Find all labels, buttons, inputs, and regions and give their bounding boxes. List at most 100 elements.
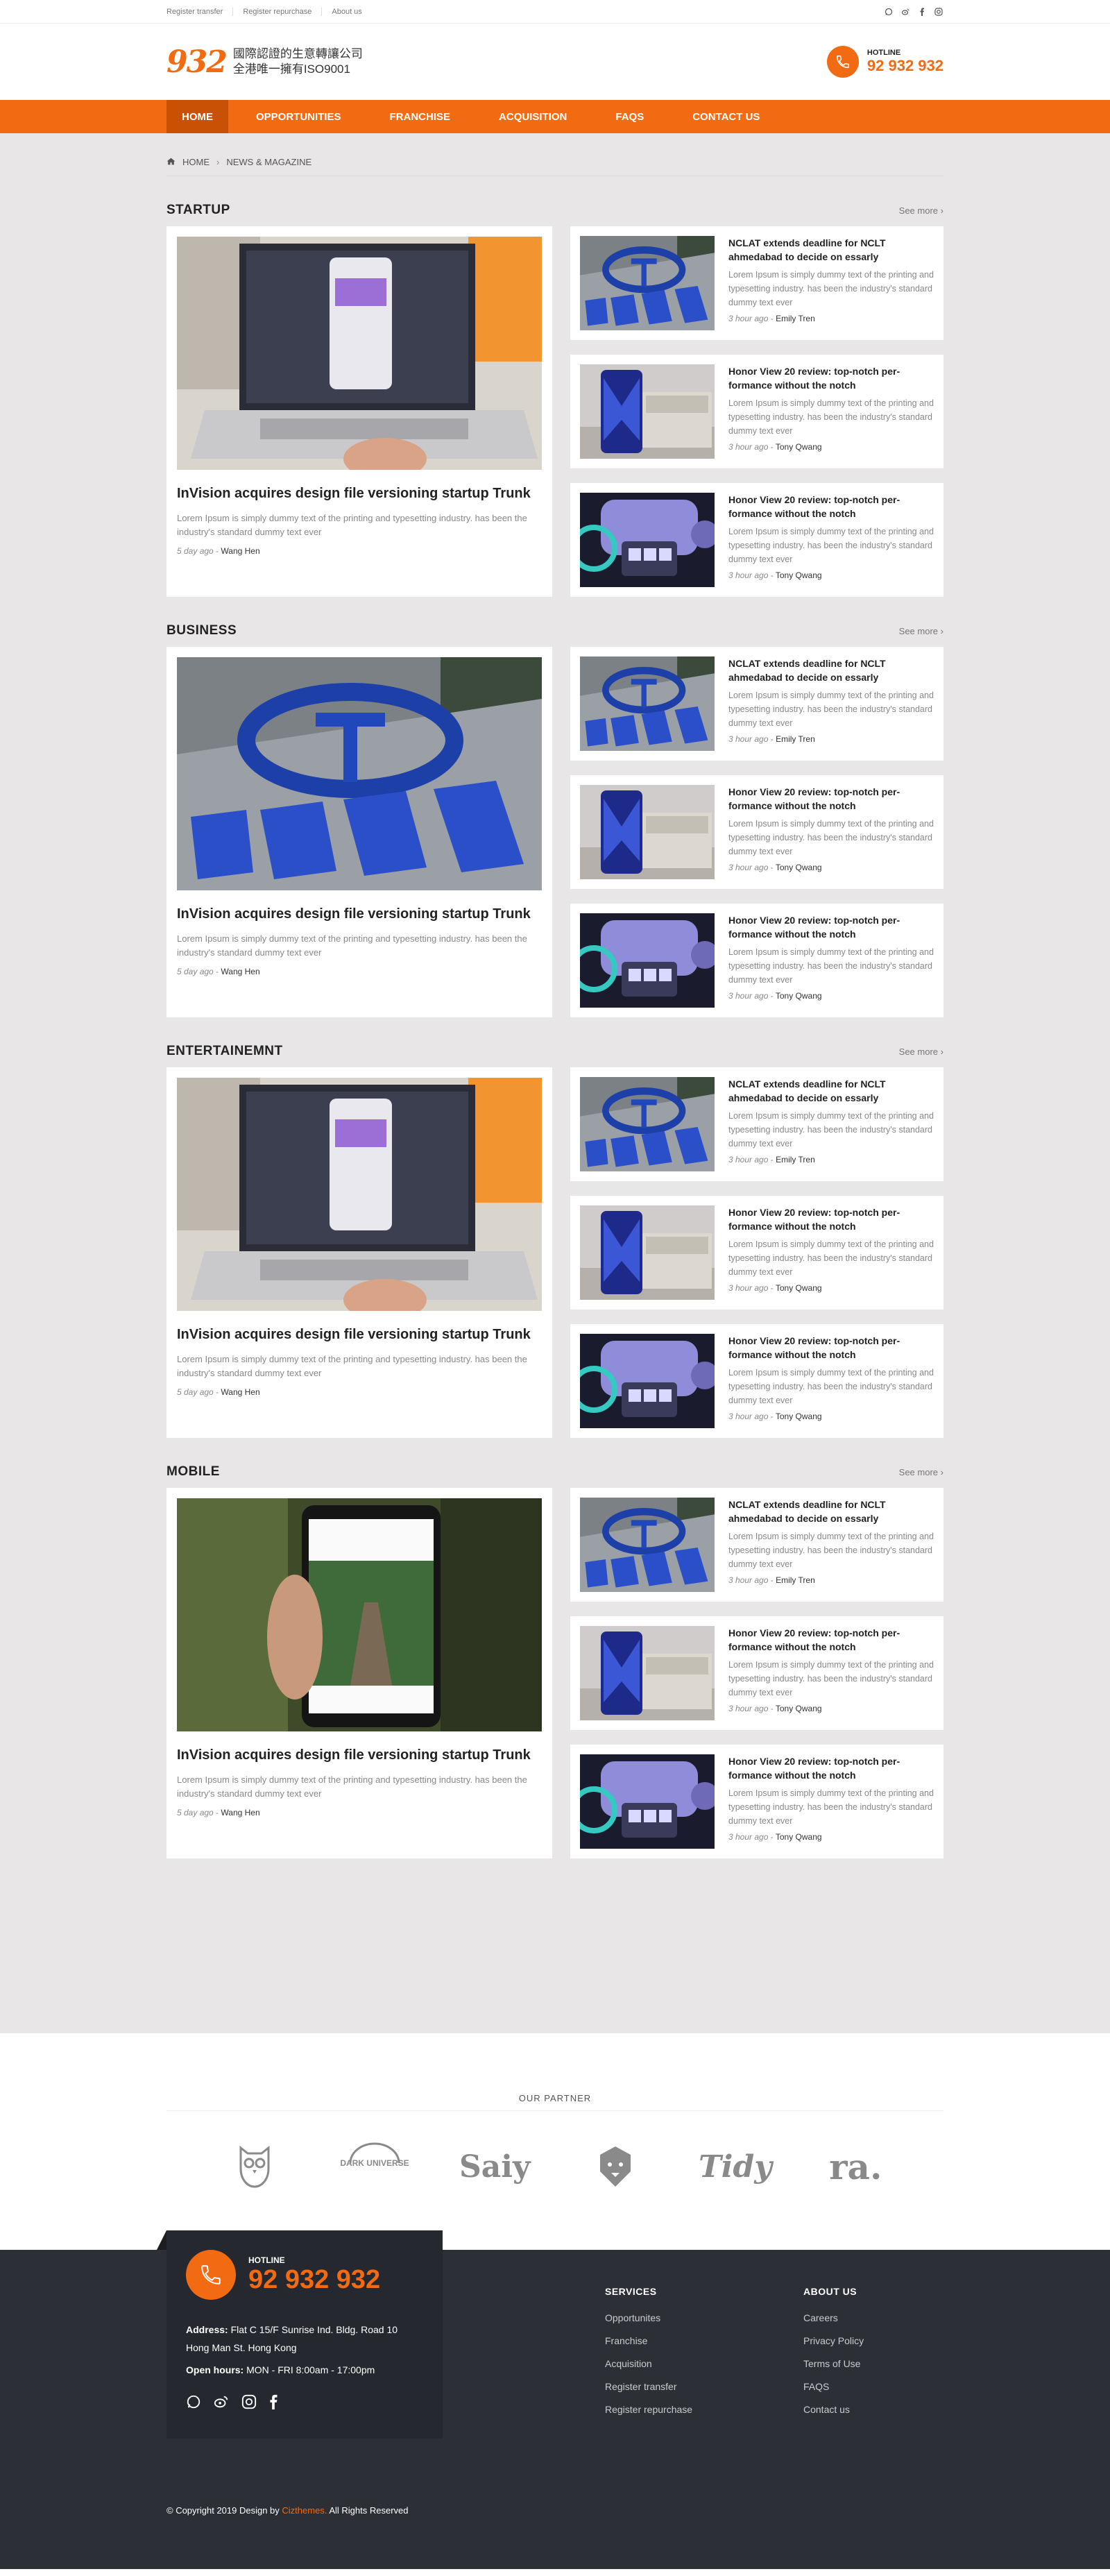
nav-acquisition[interactable]: ACQUISITION [484,100,582,133]
instagram-icon[interactable] [241,2394,257,2414]
side-news-title[interactable]: Honor View 20 review: top-notch per-form… [728,364,934,392]
side-news-title[interactable]: Honor View 20 review: top-notch per-form… [728,1205,934,1233]
news-thumbnail[interactable] [580,236,715,330]
news-thumbnail[interactable] [580,364,715,459]
featured-title[interactable]: InVision acquires design file versioning… [177,1325,542,1344]
featured-image[interactable] [177,1498,542,1731]
side-news-title[interactable]: NCLAT extends deadline for NCLT ahmedaba… [728,656,934,684]
news-thumbnail[interactable] [580,1077,715,1171]
footer-link-acquisition[interactable]: Acquisition [605,2358,692,2369]
side-news-item[interactable]: Honor View 20 review: top-notch per-form… [570,1616,944,1730]
news-author[interactable]: Tony Qwang [776,570,822,580]
side-news-title[interactable]: Honor View 20 review: top-notch per-form… [728,913,934,941]
side-news-item[interactable]: NCLAT extends deadline for NCLT ahmedaba… [570,1488,944,1602]
featured-news[interactable]: InVision acquires design file versioning… [166,1067,552,1438]
side-news-item[interactable]: Honor View 20 review: top-notch per-form… [570,1196,944,1310]
see-more-link[interactable]: See more › [899,1467,944,1477]
featured-title[interactable]: InVision acquires design file versioning… [177,484,542,503]
news-thumbnail[interactable] [580,1754,715,1849]
footer-link-register-repurchase[interactable]: Register repurchase [605,2404,692,2415]
see-more-link[interactable]: See more › [899,1046,944,1057]
news-thumbnail[interactable] [580,493,715,587]
footer-link-careers[interactable]: Careers [803,2312,864,2323]
footer-link-faqs[interactable]: FAQS [803,2381,864,2392]
featured-news[interactable]: InVision acquires design file versioning… [166,647,552,1017]
home-icon[interactable] [166,157,176,167]
whatsapp-icon[interactable] [186,2394,201,2414]
news-author[interactable]: Tony Qwang [776,1704,822,1713]
header-hotline[interactable]: HOTLINE 92 932 932 [826,46,944,78]
breadcrumb-home[interactable]: HOME [182,157,210,167]
side-news-item[interactable]: Honor View 20 review: top-notch per-form… [570,483,944,597]
partner-lion-logo[interactable] [574,2142,657,2191]
side-news-item[interactable]: Honor View 20 review: top-notch per-form… [570,775,944,889]
nav-franchise[interactable]: FRANCHISE [375,100,466,133]
news-thumbnail[interactable] [580,913,715,1008]
news-author[interactable]: Tony Qwang [776,1412,822,1421]
side-news-item[interactable]: Honor View 20 review: top-notch per-form… [570,904,944,1017]
instagram-icon[interactable] [934,7,944,17]
featured-image[interactable] [177,657,542,890]
news-thumbnail[interactable] [580,785,715,879]
footer-link-contact-us[interactable]: Contact us [803,2404,864,2415]
footer-link-terms-of-use[interactable]: Terms of Use [803,2358,864,2369]
news-thumbnail[interactable] [580,1498,715,1592]
news-thumbnail[interactable] [580,1205,715,1300]
news-author[interactable]: Wang Hen [221,1387,259,1397]
copyright-brand-link[interactable]: Cizthemes. [282,2505,327,2516]
side-news-title[interactable]: NCLAT extends deadline for NCLT ahmedaba… [728,236,934,264]
facebook-icon[interactable] [917,7,927,17]
side-news-title[interactable]: Honor View 20 review: top-notch per-form… [728,1626,934,1654]
news-thumbnail[interactable] [580,656,715,751]
weibo-icon[interactable] [900,7,910,17]
news-author[interactable]: Emily Tren [776,734,815,744]
site-logo[interactable]: 932 國際認證的生意轉讓公司 全港唯一擁有ISO9001 [166,44,363,80]
news-author[interactable]: Wang Hen [221,1808,259,1817]
partner-saiy[interactable]: Saiy [453,2149,536,2185]
footer-link-franchise[interactable]: Franchise [605,2335,692,2346]
partner-dark-universe[interactable]: DARK UNIVERSE [333,2142,416,2191]
news-author[interactable]: Tony Qwang [776,1832,822,1842]
nav-home[interactable]: HOME [166,100,228,133]
nav-faqs[interactable]: FAQS [600,100,659,133]
side-news-item[interactable]: NCLAT extends deadline for NCLT ahmedaba… [570,226,944,340]
side-news-title[interactable]: Honor View 20 review: top-notch per-form… [728,493,934,520]
news-author[interactable]: Tony Qwang [776,991,822,1001]
featured-image[interactable] [177,1078,542,1311]
featured-title[interactable]: InVision acquires design file versioning… [177,904,542,924]
side-news-title[interactable]: NCLAT extends deadline for NCLT ahmedaba… [728,1498,934,1525]
news-author[interactable]: Wang Hen [221,546,259,556]
side-news-item[interactable]: NCLAT extends deadline for NCLT ahmedaba… [570,647,944,761]
featured-news[interactable]: InVision acquires design file versioning… [166,226,552,597]
top-link-about-us[interactable]: About us [321,8,371,16]
side-news-item[interactable]: Honor View 20 review: top-notch per-form… [570,355,944,468]
featured-image[interactable] [177,237,542,470]
side-news-item[interactable]: Honor View 20 review: top-notch per-form… [570,1745,944,1858]
see-more-link[interactable]: See more › [899,205,944,216]
facebook-icon[interactable] [269,2394,278,2414]
side-news-title[interactable]: Honor View 20 review: top-notch per-form… [728,1754,934,1782]
partner-ra[interactable]: ra. [814,2146,897,2187]
featured-title[interactable]: InVision acquires design file versioning… [177,1745,542,1765]
featured-news[interactable]: InVision acquires design file versioning… [166,1488,552,1858]
side-news-item[interactable]: NCLAT extends deadline for NCLT ahmedaba… [570,1067,944,1181]
partner-owl-logo[interactable] [213,2142,296,2191]
see-more-link[interactable]: See more › [899,626,944,636]
nav-opportunities[interactable]: OPPORTUNITIES [241,100,357,133]
news-author[interactable]: Tony Qwang [776,863,822,872]
whatsapp-icon[interactable] [884,7,894,17]
side-news-title[interactable]: Honor View 20 review: top-notch per-form… [728,1334,934,1362]
top-link-register-repurchase[interactable]: Register repurchase [232,8,321,16]
nav-contact-us[interactable]: CONTACT US [677,100,775,133]
side-news-item[interactable]: Honor View 20 review: top-notch per-form… [570,1324,944,1438]
footer-link-register-transfer[interactable]: Register transfer [605,2381,692,2392]
weibo-icon[interactable] [214,2394,229,2414]
top-link-register-transfer[interactable]: Register transfer [166,8,232,16]
footer-link-opportunites[interactable]: Opportunites [605,2312,692,2323]
news-author[interactable]: Tony Qwang [776,1283,822,1293]
side-news-title[interactable]: NCLAT extends deadline for NCLT ahmedaba… [728,1077,934,1105]
news-thumbnail[interactable] [580,1334,715,1428]
side-news-title[interactable]: Honor View 20 review: top-notch per-form… [728,785,934,813]
news-author[interactable]: Emily Tren [776,1155,815,1164]
news-author[interactable]: Emily Tren [776,314,815,323]
